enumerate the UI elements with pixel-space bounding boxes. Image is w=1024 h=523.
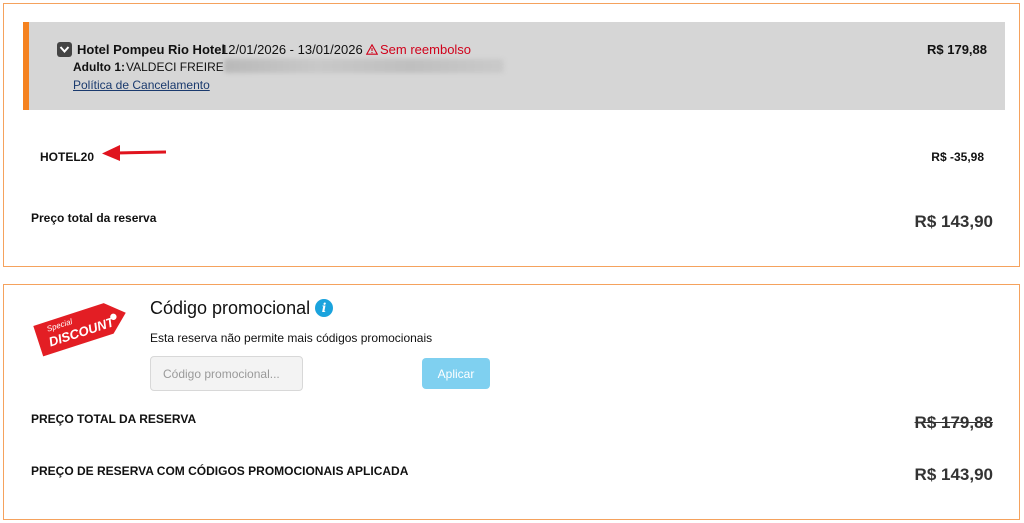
discounted-total-label: PREÇO DE RESERVA COM CÓDIGOS PROMOCIONAI…: [31, 464, 409, 478]
discount-tag-icon: Special DISCOUNT: [33, 303, 126, 357]
redacted-guest-details: [224, 59, 504, 73]
chevron-down-icon: [59, 46, 70, 54]
guest-label: Adulto 1:: [73, 60, 125, 74]
red-arrow-icon: [102, 145, 167, 161]
warning-icon: [366, 44, 378, 55]
original-total-label: PREÇO TOTAL DA RESERVA: [31, 412, 197, 426]
coupon-discount-amount: R$ -35,98: [931, 150, 984, 164]
coupon-code: HOTEL20: [40, 150, 95, 164]
promo-code-input[interactable]: [150, 356, 303, 391]
info-icon[interactable]: i: [315, 299, 333, 317]
non-refundable-label: Sem reembolso: [380, 42, 472, 57]
booking-summary-panel: Hotel Pompeu Rio Hotel 12/01/2026 - 13/0…: [3, 3, 1020, 267]
cancellation-policy-link[interactable]: Política de Cancelamento: [73, 78, 210, 92]
stay-dates: 12/01/2026 - 13/01/2026: [221, 42, 363, 57]
total-price-value: R$ 143,90: [914, 212, 993, 231]
discounted-total-value: R$ 143,90: [914, 465, 993, 484]
promo-code-note: Esta reserva não permite mais códigos pr…: [150, 331, 433, 345]
collapse-toggle[interactable]: [57, 42, 72, 57]
hotel-price: R$ 179,88: [927, 42, 987, 57]
total-price-label: Preço total da reserva: [31, 211, 157, 225]
hotel-booking-item: Hotel Pompeu Rio Hotel 12/01/2026 - 13/0…: [23, 22, 1005, 110]
promo-code-panel: Special DISCOUNT Código promocional i Es…: [3, 284, 1020, 520]
promo-code-title: Código promocional: [150, 298, 311, 318]
original-total-value: R$ 179,88: [914, 413, 993, 432]
apply-button[interactable]: Aplicar: [422, 358, 490, 389]
guest-name: VALDECI FREIRE: [126, 60, 224, 74]
hotel-name: Hotel Pompeu Rio Hotel: [77, 42, 226, 57]
